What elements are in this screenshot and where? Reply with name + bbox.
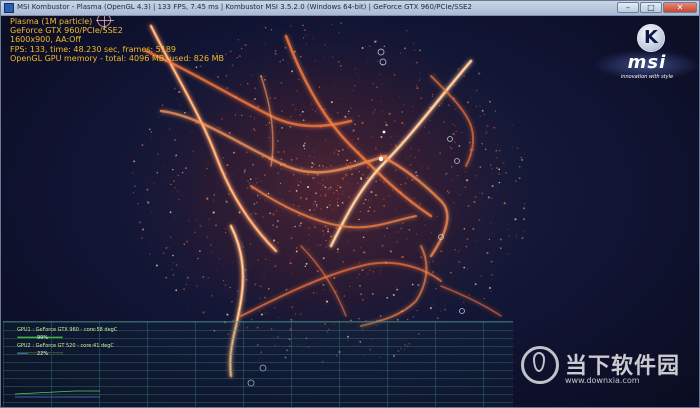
gpu1-label: GPU1 : GeForce GTX 960 - core:58 degC	[17, 327, 118, 333]
kombustor-k-icon: K	[637, 24, 665, 52]
close-button[interactable]: ✕	[663, 2, 697, 13]
title-bar[interactable]: MSI Kombustor - Plasma (OpenGL 4.3) | 13…	[1, 1, 699, 16]
overlay-line: FPS: 133, time: 48.230 sec, frames: 5189	[10, 44, 177, 54]
downxia-watermark: 当下软件园 www.downxia.com	[519, 344, 695, 404]
minimize-button[interactable]: –	[617, 2, 639, 13]
render-viewport[interactable]: Plasma (1M particle) GeForce GTX 960/PCI…	[1, 16, 699, 407]
gpu-history-graph	[15, 390, 100, 398]
overlay-line: OpenGL GPU memory - total: 4096 MB, used…	[10, 53, 224, 63]
msi-kombustor-logo: K msi innovation with style	[593, 22, 699, 100]
gpu2-load-fill	[18, 353, 28, 354]
msi-tagline: innovation with style	[620, 74, 674, 80]
app-icon	[4, 3, 14, 13]
stats-overlay: Plasma (1M particle) GeForce GTX 960/PCI…	[10, 17, 224, 63]
gpu2-label: GPU2 : GeForce GT 520 - core:41 degC	[17, 343, 114, 349]
maximize-button[interactable]: □	[640, 2, 662, 13]
overlay-line: Plasma (1M particle)	[10, 17, 93, 26]
gpu1-load-value: 99%	[37, 335, 49, 341]
application-window: MSI Kombustor - Plasma (OpenGL 4.3) | 13…	[0, 0, 700, 408]
overlay-line: 1600x900, AA:Off	[10, 35, 81, 45]
watermark-url: www.downxia.com	[565, 376, 640, 385]
window-title: MSI Kombustor - Plasma (OpenGL 4.3) | 13…	[17, 3, 472, 11]
overlay-line: GeForce GTX 960/PCIe/SSE2	[10, 26, 123, 36]
gpu-monitor-panel: GPU1 : GeForce GTX 960 - core:58 degC 99…	[3, 321, 513, 407]
gpu2-load-value: 22%	[37, 351, 49, 357]
msi-brand-text: msi	[627, 52, 667, 73]
